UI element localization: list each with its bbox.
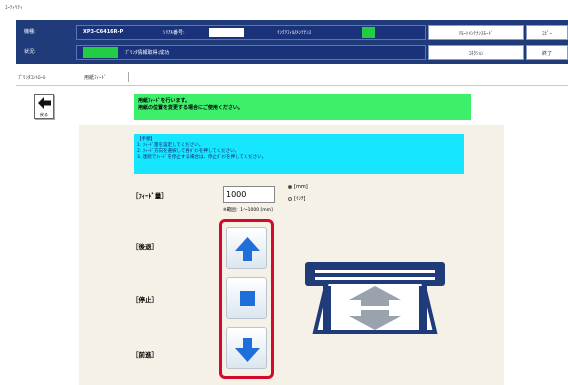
tab-divider bbox=[128, 72, 129, 82]
copy-button[interactable]: ｺﾋﾟｰ bbox=[526, 25, 568, 40]
arrow-down-icon bbox=[235, 338, 260, 362]
stop-square-icon bbox=[240, 291, 255, 306]
printer-feed-icon bbox=[305, 262, 445, 334]
model-field: XP3-C6416R-P ｼﾘｱﾙ番号: ｲﾝｸﾘﾌｨﾙ/ﾒﾝﾃﾅﾝｽ bbox=[76, 25, 426, 40]
feed-amount-label: ［ﾌｨｰﾄﾞ量］ bbox=[132, 192, 168, 200]
exit-button[interactable]: 終了 bbox=[526, 45, 568, 60]
unit-mm-radio[interactable]: [mm] bbox=[288, 184, 308, 190]
remote-mode-button[interactable]: ﾘﾓｰﾄﾒﾝﾃﾅﾝｽﾓｰﾄﾞ bbox=[428, 25, 524, 40]
radio-unselected-icon bbox=[288, 196, 292, 201]
connection-button[interactable]: ｺﾈｸｼｮﾝ bbox=[428, 45, 524, 60]
status-label: 状況: bbox=[24, 49, 36, 55]
feed-amount-input[interactable]: 1000 bbox=[223, 186, 275, 203]
message-line-2: 用紙の位置を変更する場合にご使用ください。 bbox=[138, 105, 243, 111]
info-message: 用紙ﾌｨｰﾄﾞを行います。 用紙の位置を変更する場合にご使用ください。 bbox=[134, 94, 471, 120]
back-button[interactable]: 戻る bbox=[34, 94, 54, 119]
instructions-step-3: 3. 連続でﾌｨｰﾄﾞを停止する場合は、停止ﾎﾞﾀﾝを押してください。 bbox=[137, 155, 267, 160]
tab-printer-control[interactable]: ﾌﾟﾘﾝﾀｺﾝﾄﾛｰﾙ bbox=[18, 74, 46, 81]
unit-mm-label: [mm] bbox=[294, 184, 308, 190]
status-field: ﾌﾟﾘﾝﾀ情報取得:成功 bbox=[76, 45, 426, 60]
window-title: ﾕｰﾃｨﾘﾃｨ bbox=[0, 0, 568, 20]
header-panel: 機種: XP3-C6416R-P ｼﾘｱﾙ番号: ｲﾝｸﾘﾌｨﾙ/ﾒﾝﾃﾅﾝｽ … bbox=[16, 20, 568, 64]
tab-bar: ﾌﾟﾘﾝﾀｺﾝﾄﾛｰﾙ 用紙ﾌｨｰﾄﾞ bbox=[16, 70, 568, 84]
backward-button[interactable] bbox=[226, 227, 267, 269]
unit-inch-radio[interactable]: [ｲﾝﾁ] bbox=[288, 195, 305, 202]
message-line-1: 用紙ﾌｨｰﾄﾞを行います。 bbox=[138, 98, 191, 104]
stop-label: ［停止］ bbox=[132, 296, 158, 304]
feed-range-hint: ※範囲：1～1000 [mm] bbox=[223, 208, 273, 213]
status-value: ﾌﾟﾘﾝﾀ情報取得:成功 bbox=[125, 50, 170, 56]
status-ok-icon bbox=[83, 47, 118, 58]
forward-label: ［前進］ bbox=[132, 351, 158, 359]
serial-label: ｼﾘｱﾙ番号: bbox=[163, 30, 185, 36]
model-row: 機種: XP3-C6416R-P ｼﾘｱﾙ番号: ｲﾝｸﾘﾌｨﾙ/ﾒﾝﾃﾅﾝｽ … bbox=[16, 23, 568, 42]
stop-button[interactable] bbox=[226, 277, 267, 319]
backward-label: ［後退］ bbox=[132, 243, 158, 251]
instructions-box: 【手順】 1. ﾌｨｰﾄﾞ量を設定してください。 2. ﾌｨｰﾄﾞ方向を選択して… bbox=[134, 134, 464, 174]
back-label: 戻る bbox=[40, 112, 48, 117]
model-label: 機種: bbox=[24, 29, 36, 35]
status-row: 状況: ﾌﾟﾘﾝﾀ情報取得:成功 ｺﾈｸｼｮﾝ 終了 bbox=[16, 43, 568, 62]
forward-button[interactable] bbox=[226, 327, 267, 369]
tab-paper-feed[interactable]: 用紙ﾌｨｰﾄﾞ bbox=[84, 74, 107, 81]
maintenance-label: ｲﾝｸﾘﾌｨﾙ/ﾒﾝﾃﾅﾝｽ bbox=[277, 30, 312, 36]
arrow-left-icon bbox=[38, 97, 51, 109]
serial-value-box bbox=[209, 28, 244, 37]
unit-inch-label: [ｲﾝﾁ] bbox=[294, 196, 306, 202]
status-indicator-icon bbox=[362, 27, 375, 38]
model-value: XP3-C6416R-P bbox=[83, 29, 124, 35]
radio-selected-icon bbox=[288, 184, 292, 189]
arrow-up-icon bbox=[235, 237, 260, 261]
